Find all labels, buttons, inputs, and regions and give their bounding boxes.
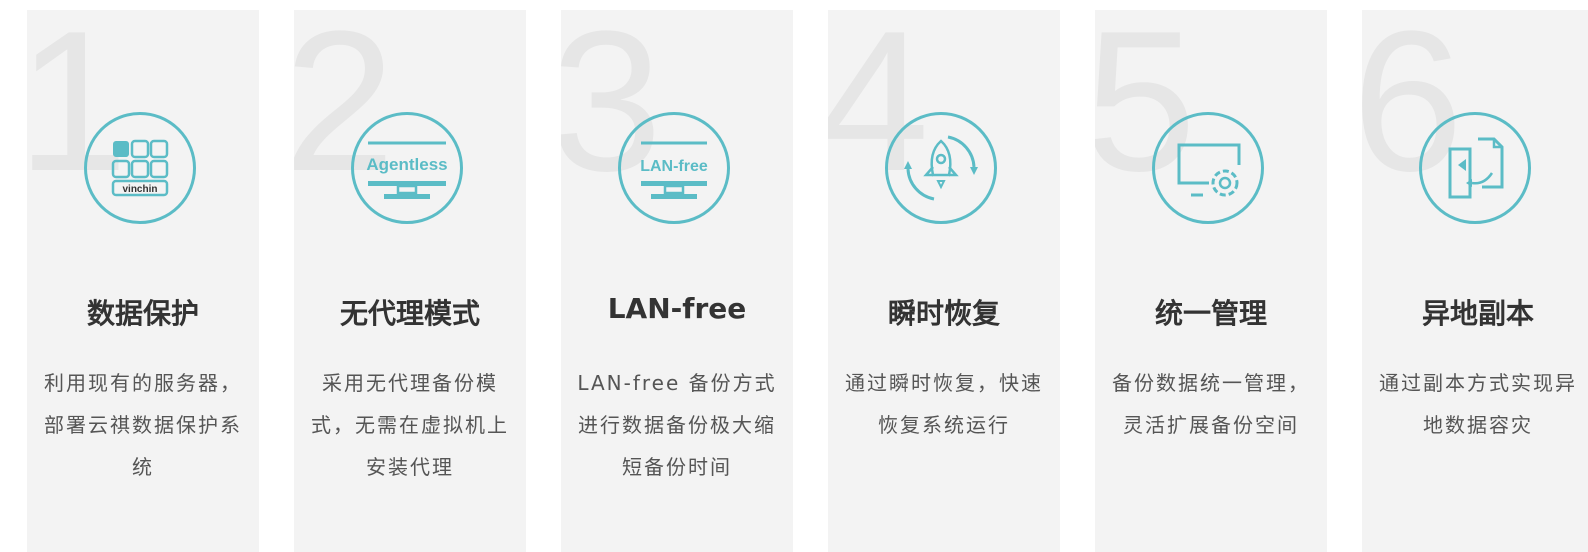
agentless-label: Agentless bbox=[366, 155, 447, 174]
card-title: LAN-free bbox=[607, 292, 747, 325]
card-title: 统一管理 bbox=[1154, 297, 1267, 330]
vinchin-logo-text: vinchin bbox=[122, 184, 157, 195]
feature-card-lan-free: 3 LAN-free LAN-free LAN-free 备份方式进行数据备份极… bbox=[561, 10, 793, 552]
feature-card-instant-recovery: 4 瞬时恢复 通过瞬时恢复，快速恢复系统运行 bbox=[828, 10, 1060, 552]
card-description: 备份数据统一管理，灵活扩展备份空间 bbox=[1112, 371, 1310, 437]
card-title: 瞬时恢复 bbox=[887, 297, 1000, 330]
card-description: 采用无代理备份模式，无需在虚拟机上安装代理 bbox=[311, 371, 509, 479]
card-title: 数据保护 bbox=[86, 297, 199, 330]
card-description: 通过副本方式实现异地数据容灾 bbox=[1379, 371, 1577, 437]
lan-free-monitor-icon: LAN-free bbox=[618, 112, 730, 224]
feature-card-data-protection: 1 vinchin 数据保护 利用现有的服务器，部署云祺数据保护系统 bbox=[27, 10, 259, 552]
card-description: 利用现有的服务器，部署云祺数据保护系统 bbox=[44, 371, 242, 479]
rocket-restore-icon bbox=[885, 112, 997, 224]
monitor-gear-icon bbox=[1152, 112, 1264, 224]
document-sync-icon bbox=[1419, 112, 1531, 224]
feature-card-unified-management: 5 统一管理 备份数据统一管理，灵活扩展备份空间 bbox=[1095, 10, 1327, 552]
feature-card-agentless: 2 Agentless 无代理模式 采用无代理备份模式，无需在虚拟机上安装代理 bbox=[294, 10, 526, 552]
feature-card-remote-replica: 6 异地副本 通过副本方式实现异地数据容灾 bbox=[1362, 10, 1588, 552]
card-description: 通过瞬时恢复，快速恢复系统运行 bbox=[845, 371, 1043, 437]
card-title: 异地副本 bbox=[1421, 297, 1534, 330]
card-description: LAN-free 备份方式进行数据备份极大缩短备份时间 bbox=[577, 371, 777, 479]
lan-free-label: LAN-free bbox=[640, 158, 708, 175]
agentless-monitor-icon: Agentless bbox=[351, 112, 463, 224]
card-title: 无代理模式 bbox=[339, 297, 480, 330]
vinchin-grid-icon: vinchin bbox=[84, 112, 196, 224]
feature-section: 1 vinchin 数据保护 利用现有的服务器，部署云祺数据保护系统 2 Age… bbox=[0, 0, 1588, 552]
